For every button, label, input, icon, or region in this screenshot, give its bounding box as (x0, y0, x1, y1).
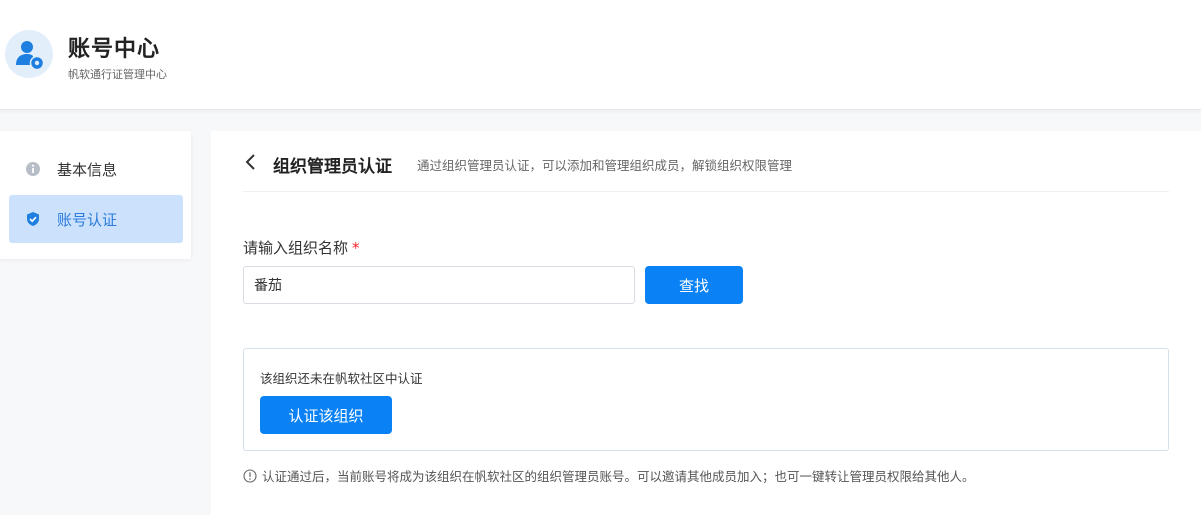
info-circle-icon (26, 162, 40, 176)
back-arrow-icon[interactable] (243, 151, 259, 173)
result-message: 该组织还未在帆软社区中认证 (260, 371, 423, 386)
org-name-input[interactable] (243, 266, 635, 304)
sidebar-item-label: 账号认证 (57, 210, 118, 229)
main-panel: 组织管理员认证 通过组织管理员认证，可以添加和管理组织成员，解锁组织权限管理 请… (211, 131, 1201, 515)
certify-org-button[interactable]: 认证该组织 (260, 396, 392, 434)
org-name-label-text: 请输入组织名称 (243, 239, 349, 257)
app-header: 账号中心 帆软通行证管理中心 (0, 0, 1201, 110)
page-title: 组织管理员认证 (273, 157, 392, 177)
user-gear-icon (5, 30, 53, 78)
result-box: 该组织还未在帆软社区中认证 认证该组织 (243, 348, 1169, 451)
search-button[interactable]: 查找 (645, 266, 743, 304)
app-title: 账号中心 (68, 37, 161, 62)
certification-note: 认证通过后，当前账号将成为该组织在帆软社区的组织管理员账号。可以邀请其他成员加入… (243, 466, 975, 485)
sidebar: 基本信息 账号认证 (0, 131, 191, 259)
divider (243, 191, 1169, 192)
page-description: 通过组织管理员认证，可以添加和管理组织成员，解锁组织权限管理 (417, 158, 793, 173)
note-text: 认证通过后，当前账号将成为该组织在帆软社区的组织管理员账号。可以邀请其他成员加入… (262, 469, 975, 484)
sidebar-item-account-certification[interactable]: 账号认证 (9, 195, 183, 243)
shield-check-icon (27, 212, 39, 226)
sidebar-item-basic-info[interactable]: 基本信息 (9, 145, 183, 193)
required-mark: * (352, 239, 360, 257)
info-outline-icon (243, 468, 257, 483)
sidebar-item-label: 基本信息 (57, 160, 118, 179)
org-name-label: 请输入组织名称 * (243, 237, 360, 258)
app-subtitle: 帆软通行证管理中心 (68, 68, 167, 81)
